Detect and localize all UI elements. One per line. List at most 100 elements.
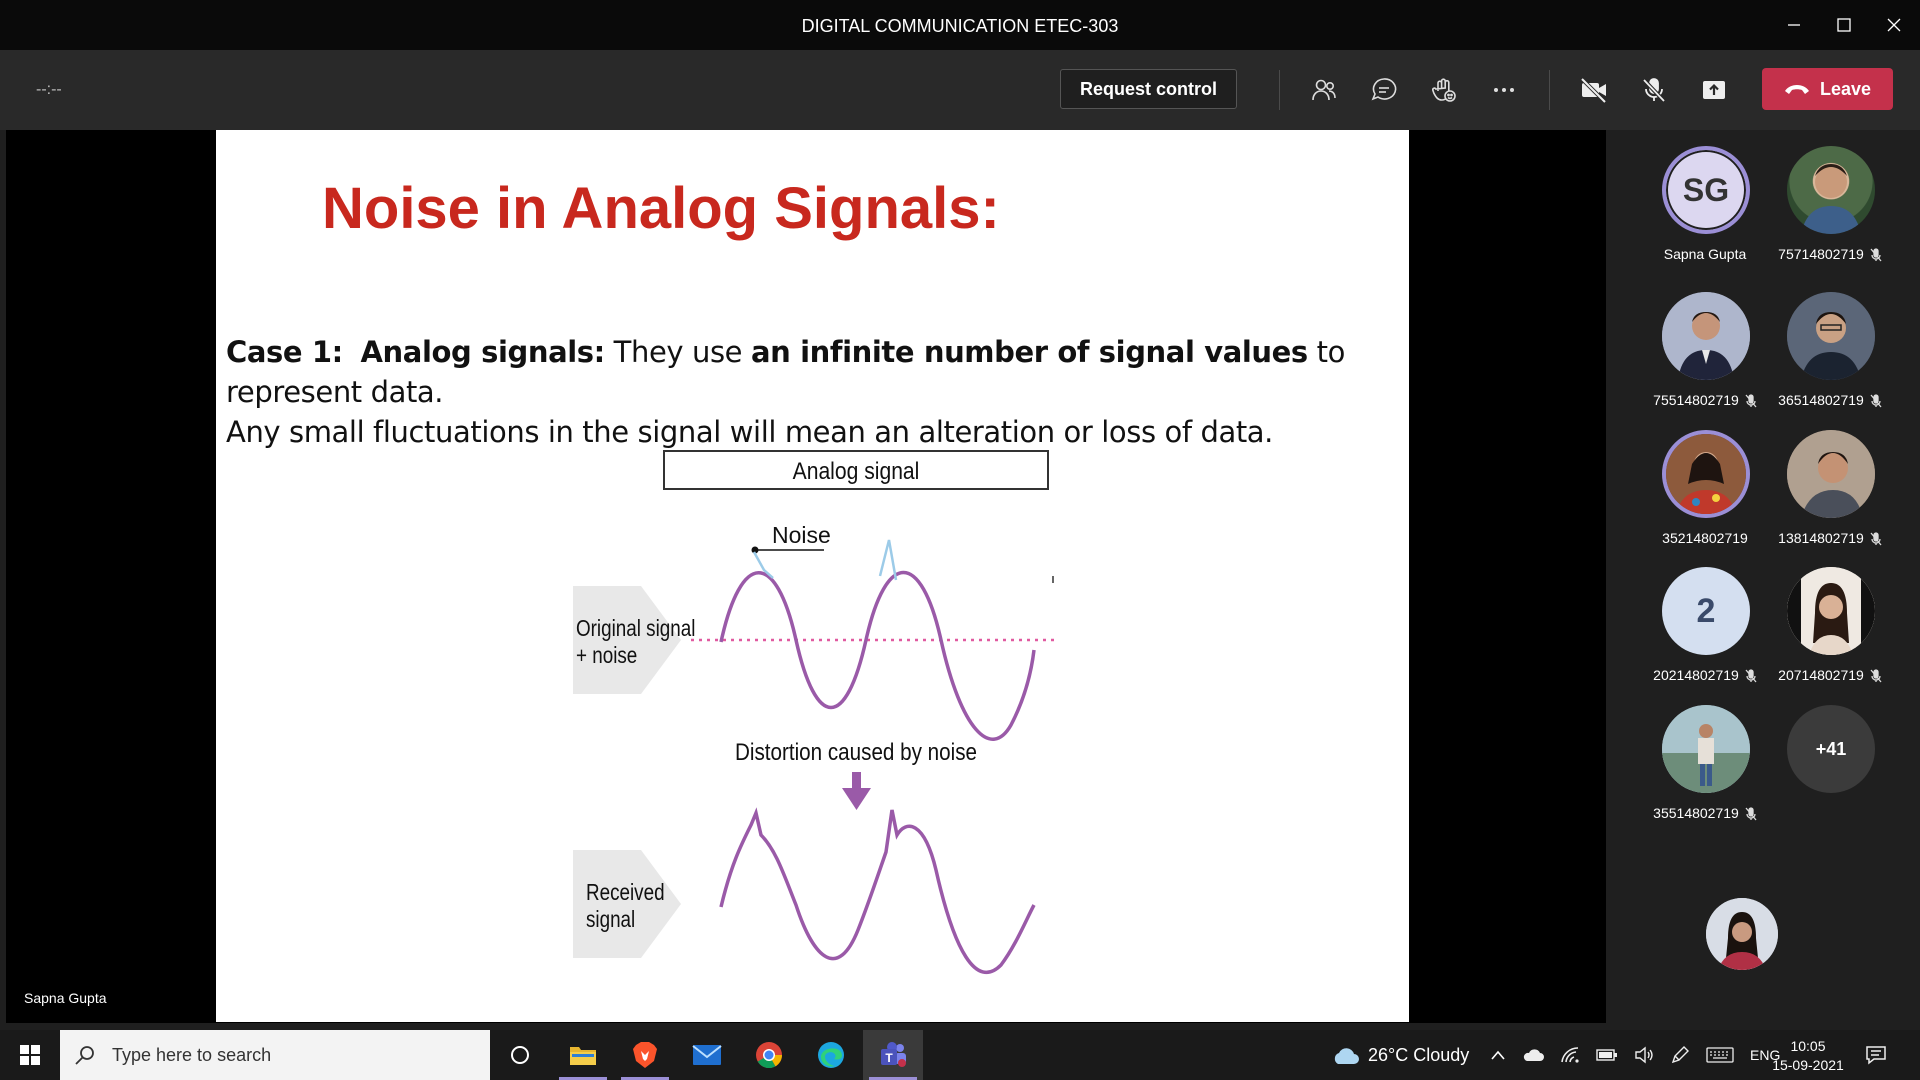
person-photo-icon	[1666, 434, 1746, 514]
teams-app-button[interactable]: T	[863, 1030, 923, 1080]
avatar	[1787, 567, 1875, 655]
mic-off-icon	[1870, 669, 1882, 683]
participant-tile[interactable]: 35214802719	[1642, 430, 1762, 555]
maximize-button[interactable]	[1820, 0, 1868, 50]
cloud-icon	[1334, 1048, 1359, 1064]
participant-tile[interactable]: 75514802719	[1642, 292, 1762, 417]
brave-browser-button[interactable]	[615, 1030, 675, 1080]
share-tray-icon	[1703, 81, 1725, 99]
chevron-up-icon[interactable]	[1490, 1049, 1506, 1061]
camera-toggle-button[interactable]	[1574, 70, 1614, 110]
person-photo-icon	[1787, 567, 1875, 655]
participant-name: 20714802719	[1755, 667, 1905, 683]
received-signal-wave	[719, 807, 1036, 974]
chrome-browser-button[interactable]	[739, 1030, 799, 1080]
title-bar: DIGITAL COMMUNICATION ETEC-303	[0, 0, 1920, 50]
mail-icon	[692, 1045, 722, 1065]
participant-name: 36514802719	[1755, 392, 1905, 408]
mic-off-icon	[1745, 807, 1757, 821]
meeting-timer: --:--	[36, 81, 62, 98]
participant-tile[interactable]: 75714802719	[1767, 146, 1887, 271]
reactions-button[interactable]	[1424, 70, 1464, 110]
raise-hand-icon	[1432, 78, 1456, 102]
teams-icon: T	[881, 1042, 906, 1067]
window-title: DIGITAL COMMUNICATION ETEC-303	[801, 16, 1119, 36]
presenter-name: Sapna Gupta	[24, 990, 107, 1006]
meeting-toolbar: --:-- Request control Leave	[0, 50, 1920, 130]
edge-browser-button[interactable]	[801, 1030, 861, 1080]
battery-icon[interactable]	[1596, 1048, 1618, 1062]
chat-button[interactable]	[1364, 70, 1404, 110]
toolbar-divider	[1549, 70, 1550, 110]
figure-header: Analog signal	[793, 458, 920, 485]
avatar	[1662, 705, 1750, 793]
request-control-button[interactable]: Request control	[1060, 69, 1237, 109]
avatar	[1706, 898, 1778, 970]
more-participants-tile[interactable]: +41	[1767, 705, 1887, 830]
ellipsis-icon	[1494, 88, 1514, 92]
clock[interactable]: 10:05 15-09-2021	[1768, 1037, 1848, 1075]
analog-signal-figure: Analog signal Noise Original signal + no…	[573, 450, 1054, 974]
avatar	[1787, 146, 1875, 234]
person-photo-icon	[1787, 292, 1875, 380]
windows-taskbar: Type here to search T 26°C Cloudy ENG 10…	[0, 1030, 1920, 1080]
participant-tile[interactable]: SG Sapna Gupta	[1642, 146, 1762, 271]
notifications-button[interactable]	[1865, 1030, 1887, 1080]
keyboard-icon[interactable]	[1706, 1046, 1734, 1064]
task-view-button[interactable]	[490, 1030, 550, 1080]
volume-icon[interactable]	[1634, 1046, 1654, 1064]
participants-button[interactable]	[1304, 70, 1344, 110]
more-participants-count: +41	[1815, 738, 1847, 759]
clock-time: 10:05	[1790, 1038, 1826, 1054]
cortana-icon	[511, 1046, 529, 1064]
mail-app-button[interactable]	[677, 1030, 737, 1080]
received-signal-label: Received	[586, 880, 665, 905]
close-icon	[1887, 18, 1901, 32]
participant-tile[interactable]: 13814802719	[1767, 430, 1887, 555]
leave-button[interactable]: Leave	[1762, 68, 1893, 110]
participant-name: 13814802719	[1755, 530, 1905, 546]
clock-date: 15-09-2021	[1772, 1057, 1844, 1073]
original-signal-label: Original signal	[576, 616, 695, 641]
participant-tile[interactable]: 2 20214802719	[1642, 567, 1762, 692]
person-photo-icon	[1787, 430, 1875, 518]
person-photo-icon	[1801, 164, 1861, 234]
participant-tile[interactable]: 35514802719	[1642, 705, 1762, 830]
mic-off-icon	[1870, 394, 1882, 408]
avatar: 2	[1662, 567, 1750, 655]
wifi-icon[interactable]	[1560, 1046, 1580, 1064]
more-actions-button[interactable]	[1484, 70, 1524, 110]
avatar-initials: SG	[1682, 171, 1730, 208]
avatar	[1662, 292, 1750, 380]
search-placeholder: Type here to search	[112, 1044, 272, 1065]
onedrive-icon[interactable]	[1522, 1048, 1544, 1062]
weather-text: 26°C Cloudy	[1368, 1044, 1470, 1065]
taskbar-search[interactable]: Type here to search	[60, 1030, 490, 1080]
participant-tile[interactable]: 20714802719	[1767, 567, 1887, 692]
pen-icon[interactable]	[1670, 1045, 1690, 1065]
avatar-initials: 2	[1696, 591, 1716, 630]
received-signal-label-2: signal	[586, 907, 635, 932]
self-preview[interactable]	[1706, 898, 1786, 978]
original-signal-wave	[719, 571, 1036, 741]
noise-label: Noise	[772, 522, 831, 548]
avatar: +41	[1787, 705, 1875, 793]
share-button[interactable]	[1694, 70, 1734, 110]
person-photo-icon	[1706, 898, 1778, 970]
minimize-button[interactable]	[1770, 0, 1818, 50]
distortion-label: Distortion caused by noise	[735, 739, 977, 766]
file-explorer-button[interactable]	[553, 1030, 613, 1080]
edge-icon	[818, 1042, 844, 1068]
close-button[interactable]	[1870, 0, 1918, 50]
brave-lion-icon	[633, 1042, 657, 1068]
mic-toggle-button[interactable]	[1634, 70, 1674, 110]
start-button[interactable]	[0, 1030, 60, 1080]
person-photo-icon	[1662, 705, 1750, 793]
notification-icon	[1866, 1046, 1886, 1065]
participant-name: 75714802719	[1755, 246, 1905, 262]
people-icon	[1312, 79, 1336, 101]
participant-tile[interactable]: 36514802719	[1767, 292, 1887, 417]
weather-widget[interactable]: 26°C Cloudy	[1330, 1030, 1469, 1080]
arrow-head-icon	[842, 788, 871, 810]
leave-label: Leave	[1819, 78, 1872, 99]
